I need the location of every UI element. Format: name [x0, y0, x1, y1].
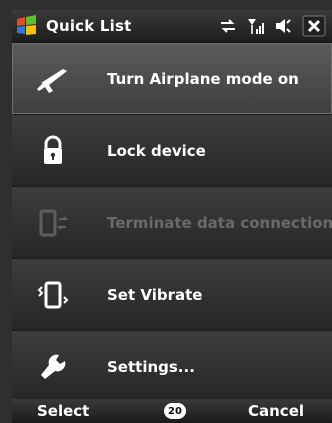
signal-icon[interactable] — [246, 17, 266, 35]
speaker-icon[interactable] — [274, 17, 294, 35]
window-title: Quick List — [46, 17, 132, 35]
list-item-label: Lock device — [107, 141, 206, 160]
list-item-settings[interactable]: Settings... — [12, 331, 332, 403]
list-item-lock-device[interactable]: Lock device — [12, 115, 332, 187]
list-item-label: Turn Airplane mode on — [107, 69, 299, 88]
title-bar: Quick List — [12, 10, 332, 43]
cancel-soft-key[interactable]: Cancel — [248, 402, 304, 420]
list-item-airplane-mode[interactable]: Turn Airplane mode on — [12, 43, 332, 115]
status-icons — [218, 15, 326, 37]
list-item-label: Settings... — [107, 357, 195, 376]
close-icon[interactable] — [302, 15, 326, 37]
data-connection-icon — [39, 209, 69, 236]
airplane-icon — [37, 68, 67, 93]
select-soft-key[interactable]: Select — [37, 402, 89, 420]
vibrate-icon — [37, 281, 69, 308]
quick-list-window: Quick List Turn Airplane mode on Lock de… — [0, 0, 332, 423]
list-item-label: Terminate data connection — [107, 213, 332, 232]
lock-icon — [44, 135, 62, 164]
wrench-icon — [41, 354, 66, 379]
list-item-terminate-data-connection: Terminate data connection — [12, 187, 332, 259]
data-sync-icon[interactable] — [218, 17, 238, 35]
quick-list: Turn Airplane mode on Lock device Termin… — [12, 43, 332, 403]
soft-key-bar: Select 20 Cancel — [12, 399, 332, 423]
center-badge: 20 — [164, 403, 186, 419]
list-item-set-vibrate[interactable]: Set Vibrate — [12, 259, 332, 331]
list-item-label: Set Vibrate — [107, 285, 203, 304]
windows-start-icon[interactable] — [14, 13, 40, 39]
